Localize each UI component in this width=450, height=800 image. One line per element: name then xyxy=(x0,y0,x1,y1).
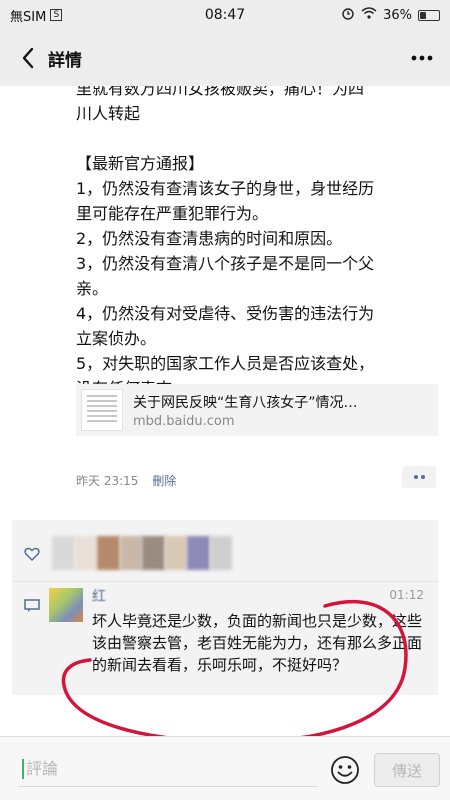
link-domain: mbd.baidu.com xyxy=(133,413,235,429)
more-actions-button[interactable] xyxy=(402,466,436,488)
battery-icon xyxy=(418,9,440,21)
post-line: 5，对失职的国家工作人员是否应该查处， xyxy=(76,354,375,373)
post-line: 立案侦办。 xyxy=(76,329,157,348)
status-bar: 無SIM S 08:47 36% xyxy=(0,0,450,30)
liker-avatars[interactable] xyxy=(52,536,232,570)
likes-row xyxy=(12,530,438,582)
text-cursor xyxy=(22,759,24,779)
commenter-name[interactable]: 红 xyxy=(92,586,106,606)
page-title: 詳情 xyxy=(48,50,82,71)
sim-icon: S xyxy=(50,9,63,21)
comment-text: 坏人毕竟还是少数，负面的新闻也只是少数，这些该由警察去管，老百姓无能为力，还有那… xyxy=(92,612,423,674)
interaction-box: 红 01:12 坏人毕竟还是少数，负面的新闻也只是少数，这些该由警察去管，老百姓… xyxy=(12,520,438,695)
link-texts: 关于网民反映“生育八孩女子”情况… mbd.baidu.com xyxy=(133,392,428,429)
post-time: 昨天 23:15 xyxy=(76,473,139,488)
avatar[interactable] xyxy=(74,536,97,570)
comment-input[interactable] xyxy=(18,751,318,787)
emoji-icon[interactable] xyxy=(330,755,360,785)
post-line: 3，仍然没有查清八个孩子是不是同一个父 xyxy=(76,254,375,273)
send-button[interactable]: 傳送 xyxy=(374,753,440,787)
avatar[interactable] xyxy=(187,536,210,570)
more-icon[interactable] xyxy=(408,44,436,72)
avatar[interactable] xyxy=(164,536,187,570)
status-right: 36% xyxy=(290,6,440,24)
dot-icon xyxy=(420,475,425,479)
status-left: 無SIM S xyxy=(10,6,160,25)
carrier-label: 無SIM xyxy=(10,9,47,25)
avatar[interactable] xyxy=(209,536,232,570)
wifi-icon xyxy=(361,7,377,23)
post-line: 1，仍然没有查清该女子的身世，身世经历 xyxy=(76,179,375,198)
post-text: 里就有数万四川女孩被贩卖，痛心！为四 川人转起 【最新官方通报】 1，仍然没有查… xyxy=(76,86,436,401)
link-title: 关于网民反映“生育八孩女子”情况… xyxy=(133,394,358,411)
comment-time: 01:12 xyxy=(389,588,424,602)
comment-icon xyxy=(24,598,40,617)
nav-bar: 詳情 xyxy=(0,30,450,86)
post-line: 【最新官方通报】 xyxy=(76,154,205,173)
avatar[interactable] xyxy=(49,588,83,622)
post-line: 亲。 xyxy=(76,279,109,298)
comment-input-bar: 傳送 xyxy=(0,736,450,800)
moment-detail: 里就有数万四川女孩被贩卖，痛心！为四 川人转起 【最新官方通报】 1，仍然没有查… xyxy=(0,86,450,736)
comment-item[interactable]: 红 01:12 坏人毕竟还是少数，负面的新闻也只是少数，这些该由警察去管，老百姓… xyxy=(12,584,438,694)
battery-percent: 36% xyxy=(383,7,412,23)
shared-link-card[interactable]: 关于网民反映“生育八孩女子”情况… mbd.baidu.com xyxy=(76,384,438,436)
back-icon[interactable] xyxy=(14,44,42,72)
avatar[interactable] xyxy=(119,536,142,570)
alarm-icon xyxy=(341,6,355,24)
avatar[interactable] xyxy=(142,536,165,570)
heart-icon xyxy=(24,546,40,565)
post-line: 里就有数万四川女孩被贩卖，痛心！为四 xyxy=(76,86,365,98)
avatar[interactable] xyxy=(97,536,120,570)
post-line: 4，仍然没有对受虐待、受伤害的违法行为 xyxy=(76,304,375,323)
delete-link[interactable]: 刪除 xyxy=(152,472,176,489)
battery-fill xyxy=(420,11,427,19)
post-line: 2，仍然没有查清患病的时间和原因。 xyxy=(76,229,343,248)
post-meta: 昨天 23:15 刪除 xyxy=(76,469,436,491)
avatar[interactable] xyxy=(52,536,75,570)
post-line: 川人转起 xyxy=(76,104,141,123)
post-line: 里可能存在严重犯罪行为。 xyxy=(76,204,269,223)
status-time: 08:47 xyxy=(204,7,246,23)
link-thumbnail xyxy=(81,389,123,431)
dot-icon xyxy=(413,475,418,479)
